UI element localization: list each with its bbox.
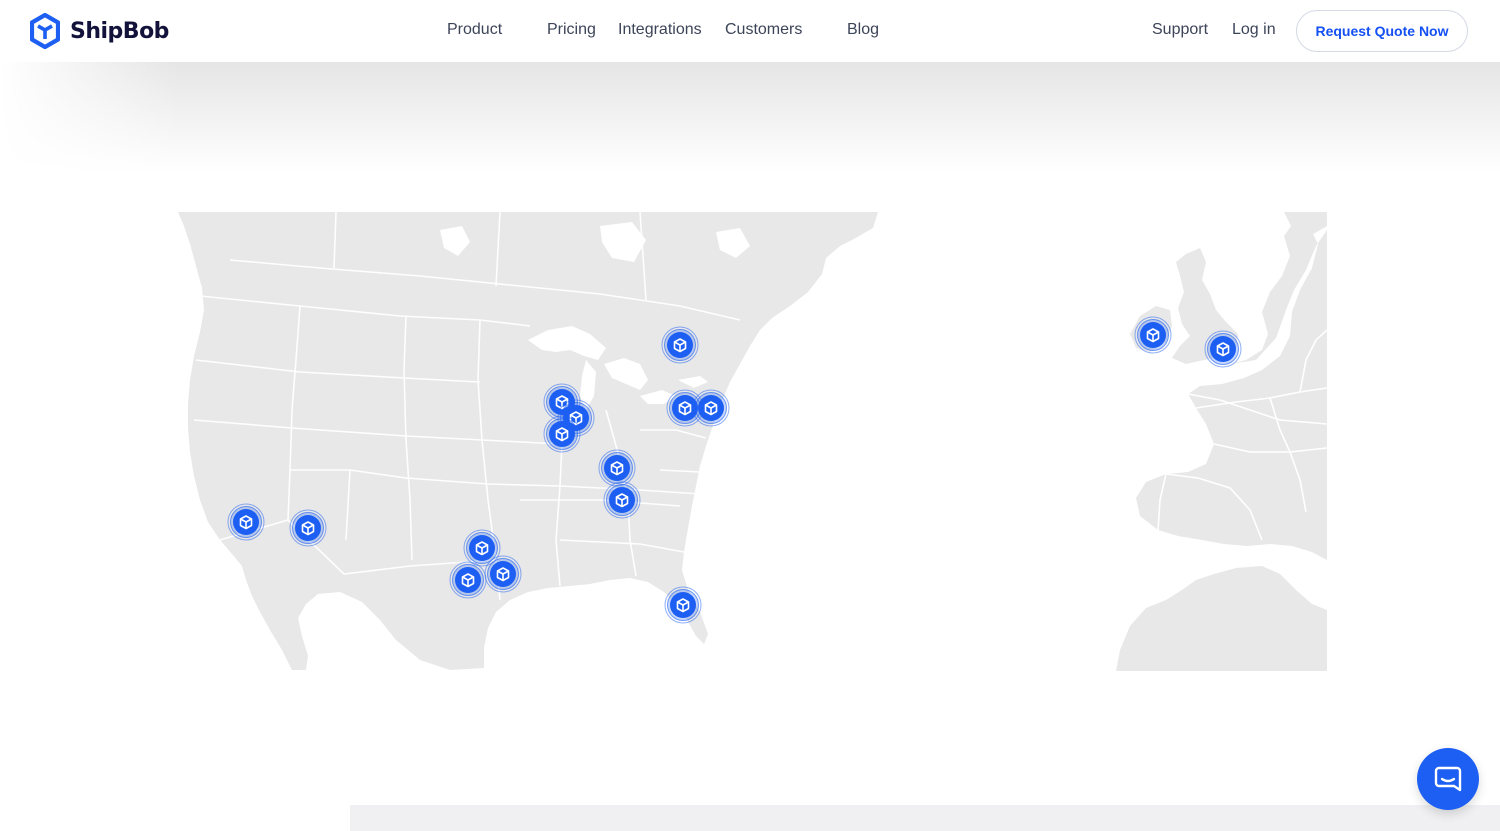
- nav-login[interactable]: Log in: [1232, 21, 1276, 39]
- nav-pricing[interactable]: Pricing: [547, 21, 596, 39]
- europe-map: [1116, 212, 1328, 671]
- nav-customers[interactable]: Customers: [725, 21, 802, 39]
- shipbob-logo[interactable]: ShipBob: [30, 12, 169, 50]
- north-america-map: [178, 211, 878, 670]
- nav-integrations[interactable]: Integrations: [618, 21, 702, 39]
- warehouse-marker-icon[interactable]: [543, 415, 581, 453]
- warehouse-marker-icon[interactable]: [664, 586, 702, 624]
- warehouse-marker-icon[interactable]: [598, 449, 636, 487]
- nav-blog[interactable]: Blog: [847, 21, 879, 39]
- request-quote-button[interactable]: Request Quote Now: [1296, 10, 1468, 52]
- chat-icon: [1434, 766, 1462, 792]
- chat-launcher-button[interactable]: [1417, 748, 1479, 810]
- warehouse-marker-icon[interactable]: [449, 561, 487, 599]
- warehouse-marker-icon[interactable]: [1134, 316, 1172, 354]
- warehouse-marker-icon[interactable]: [692, 389, 730, 427]
- nav-support[interactable]: Support: [1152, 21, 1208, 39]
- page: ShipBob Product Pricing Integrations Cus…: [0, 0, 1500, 831]
- warehouse-marker-icon[interactable]: [227, 503, 265, 541]
- warehouse-marker-icon[interactable]: [661, 326, 699, 364]
- shipbob-logo-icon: [30, 13, 60, 49]
- warehouse-marker-icon[interactable]: [1204, 330, 1242, 368]
- warehouse-marker-icon[interactable]: [484, 555, 522, 593]
- north-america-land: [178, 212, 878, 670]
- warehouse-marker-icon[interactable]: [603, 481, 641, 519]
- navbar: ShipBob Product Pricing Integrations Cus…: [0, 0, 1500, 62]
- brand-name: ShipBob: [70, 18, 169, 44]
- fulfillment-map: [178, 211, 1328, 671]
- nav-product[interactable]: Product: [447, 21, 502, 39]
- warehouse-marker-icon[interactable]: [289, 509, 327, 547]
